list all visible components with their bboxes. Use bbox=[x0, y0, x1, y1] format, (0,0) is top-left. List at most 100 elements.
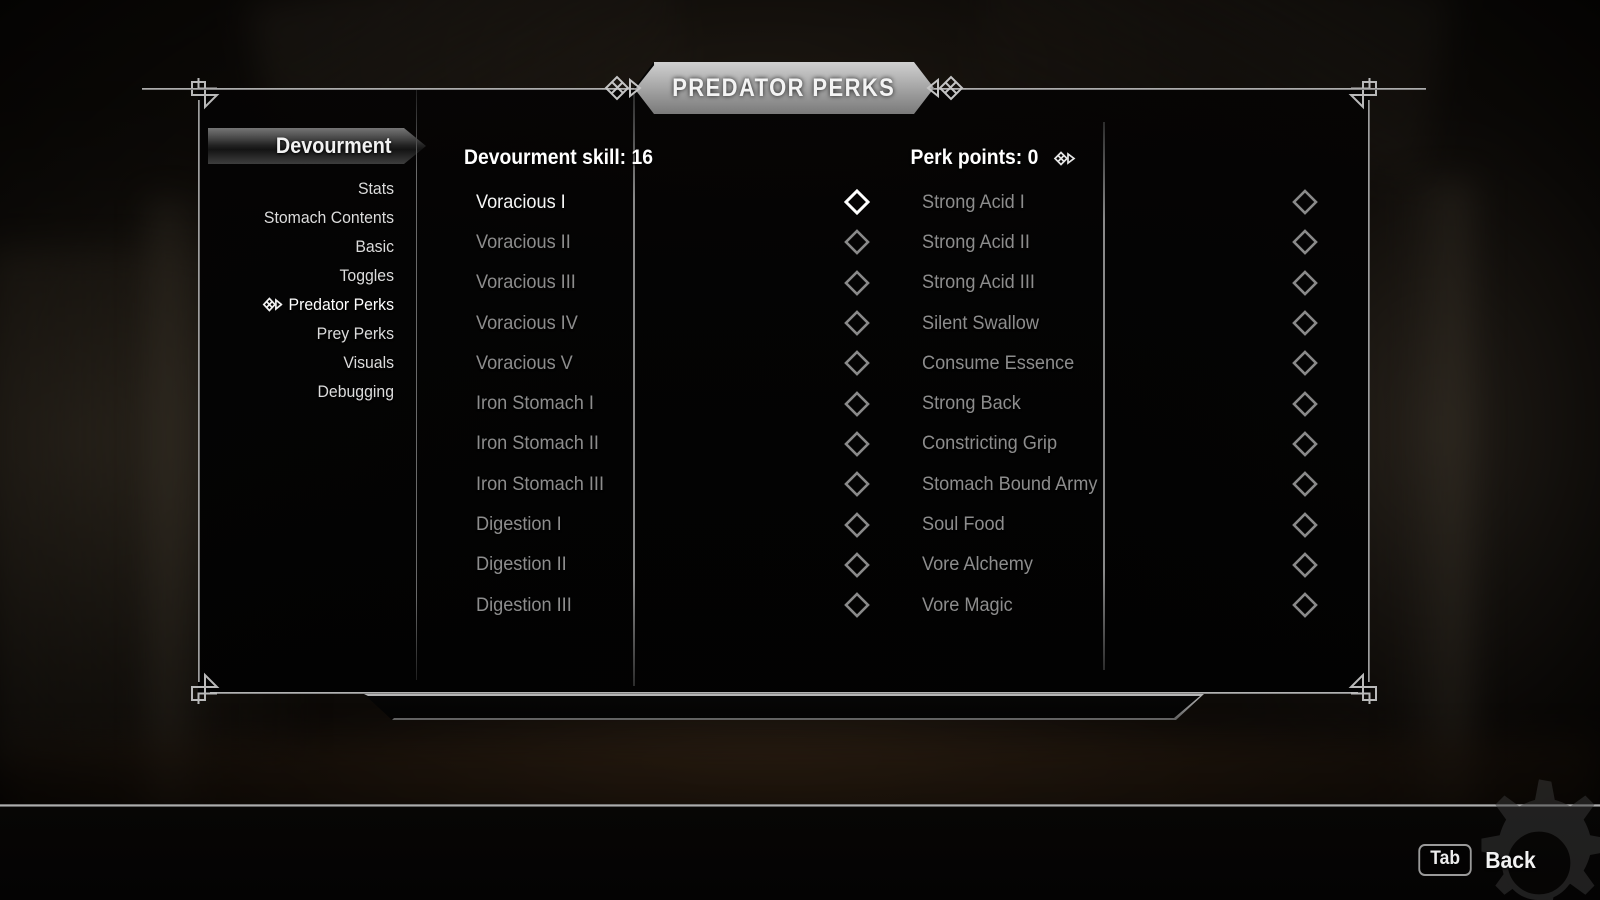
perk-name: Stomach Bound Army bbox=[922, 472, 1098, 495]
diamond-outline-icon[interactable] bbox=[1292, 310, 1318, 336]
sidebar-header[interactable]: Devourment bbox=[208, 128, 426, 164]
perk-name: Strong Acid II bbox=[922, 230, 1030, 253]
perk-name: Voracious IV bbox=[476, 311, 578, 334]
divider-sidebar-inner bbox=[416, 88, 417, 680]
perk-row[interactable]: Vore Alchemy bbox=[922, 545, 1342, 585]
perk-row[interactable]: Iron Stomach II bbox=[476, 424, 896, 464]
sidebar-item-label: Stats bbox=[357, 178, 394, 198]
perk-row[interactable]: Consume Essence bbox=[922, 343, 1342, 383]
diamond-outline-icon[interactable] bbox=[844, 229, 870, 256]
stats-row: Devourment skill: 16 Perk points: 0 bbox=[464, 146, 1094, 170]
diamond-outline-icon[interactable] bbox=[844, 350, 870, 377]
diamond-outline-icon[interactable] bbox=[1292, 431, 1318, 457]
banner-knot-icon-left bbox=[600, 71, 644, 105]
sidebar-item-label: Toggles bbox=[339, 265, 394, 285]
sidebar-item-label: Prey Perks bbox=[316, 323, 394, 343]
diamond-outline-icon[interactable] bbox=[844, 471, 870, 498]
perk-row[interactable]: Stomach Bound Army bbox=[922, 464, 1342, 504]
perk-name: Strong Acid III bbox=[922, 271, 1035, 294]
diamond-outline-icon[interactable] bbox=[1292, 229, 1318, 256]
diamond-outline-icon[interactable] bbox=[1292, 551, 1318, 578]
diamond-outline-icon[interactable] bbox=[844, 310, 870, 336]
perk-name: Voracious II bbox=[476, 230, 571, 253]
perk-name: Strong Back bbox=[922, 392, 1021, 415]
page-title: PREDATOR PERKS bbox=[672, 73, 896, 102]
perk-name: Iron Stomach III bbox=[476, 472, 605, 495]
perk-name: Voracious I bbox=[476, 190, 566, 213]
diamond-outline-icon[interactable] bbox=[844, 551, 870, 578]
perk-name: Strong Acid I bbox=[922, 190, 1025, 213]
perk-name: Soul Food bbox=[922, 513, 1005, 536]
perk-row[interactable]: Vore Magic bbox=[922, 585, 1342, 625]
diamond-outline-icon[interactable] bbox=[1292, 269, 1318, 296]
perk-row[interactable]: Soul Food bbox=[922, 504, 1342, 544]
perk-row[interactable]: Strong Acid II bbox=[922, 222, 1342, 262]
perk-name: Vore Magic bbox=[922, 593, 1013, 616]
perk-row[interactable]: Digestion I bbox=[476, 504, 896, 544]
back-label: Back bbox=[1485, 846, 1536, 873]
diamond-outline-icon[interactable] bbox=[1292, 390, 1318, 417]
perk-row[interactable]: Digestion III bbox=[476, 585, 896, 625]
sidebar: Devourment Stats Stomach Contents Basic Tog… bbox=[198, 88, 426, 694]
diamond-outline-icon[interactable] bbox=[1292, 189, 1318, 215]
perk-name: Digestion II bbox=[476, 553, 567, 576]
devourment-skill-label: Devourment skill: 16 bbox=[464, 146, 653, 169]
nordic-knot-icon bbox=[1052, 149, 1076, 168]
perk-name: Digestion I bbox=[476, 513, 562, 536]
sidebar-item-basic[interactable]: Basic bbox=[212, 232, 394, 261]
perk-row[interactable]: Voracious II bbox=[476, 222, 896, 262]
nordic-knot-icon bbox=[260, 295, 283, 314]
perk-row[interactable]: Voracious III bbox=[476, 263, 896, 303]
title-banner: PREDATOR PERKS bbox=[142, 62, 1426, 114]
sidebar-item-label: Stomach Contents bbox=[263, 207, 394, 227]
diamond-outline-icon[interactable] bbox=[843, 189, 871, 216]
banner-rule-left bbox=[142, 88, 602, 90]
perk-row[interactable]: Strong Back bbox=[922, 383, 1342, 423]
perk-row[interactable]: Digestion II bbox=[476, 545, 896, 585]
back-control[interactable]: Tab Back bbox=[1416, 844, 1538, 876]
perk-row[interactable]: Constricting Grip bbox=[922, 424, 1342, 464]
footer-bar: Tab Back bbox=[0, 779, 1600, 900]
perk-column-left: Voracious I Voracious II Voracious III Vora… bbox=[476, 182, 896, 625]
diamond-outline-icon[interactable] bbox=[844, 269, 870, 296]
content-area: Devourment skill: 16 Perk points: 0 Vora… bbox=[416, 88, 1370, 694]
perk-row[interactable]: Voracious IV bbox=[476, 303, 896, 343]
perk-name: Silent Swallow bbox=[922, 311, 1039, 334]
perk-row[interactable]: Iron Stomach I bbox=[476, 383, 896, 423]
panel-bottom-tab bbox=[364, 694, 1204, 720]
perk-name: Voracious V bbox=[476, 351, 573, 374]
mod-config-menu-panel: PREDATOR PERKS Devourment Stats Stomach C… bbox=[142, 62, 1426, 720]
diamond-outline-icon[interactable] bbox=[1292, 592, 1318, 618]
tab-key-badge[interactable]: Tab bbox=[1417, 844, 1472, 876]
diamond-outline-icon[interactable] bbox=[844, 592, 870, 618]
diamond-outline-icon[interactable] bbox=[1292, 471, 1318, 498]
sidebar-item-debugging[interactable]: Debugging bbox=[212, 377, 394, 406]
perk-row[interactable]: Voracious V bbox=[476, 343, 896, 383]
sidebar-item-toggles[interactable]: Toggles bbox=[212, 261, 394, 290]
sidebar-header-label: Devourment bbox=[275, 133, 392, 158]
perk-row[interactable]: Voracious I bbox=[476, 182, 896, 222]
diamond-outline-icon[interactable] bbox=[1292, 511, 1318, 538]
sidebar-item-prey-perks[interactable]: Prey Perks bbox=[212, 319, 394, 348]
sidebar-item-stomach-contents[interactable]: Stomach Contents bbox=[212, 203, 394, 232]
perk-row[interactable]: Silent Swallow bbox=[922, 303, 1342, 343]
diamond-outline-icon[interactable] bbox=[1292, 350, 1318, 377]
sidebar-item-stats[interactable]: Stats bbox=[212, 174, 394, 203]
perk-name: Constricting Grip bbox=[922, 432, 1058, 455]
sidebar-item-label: Visuals bbox=[343, 352, 394, 372]
perk-row[interactable]: Strong Acid I bbox=[922, 182, 1342, 222]
diamond-outline-icon[interactable] bbox=[844, 511, 870, 538]
perk-points-label: Perk points: 0 bbox=[910, 146, 1039, 169]
diamond-outline-icon[interactable] bbox=[844, 390, 870, 417]
diamond-outline-icon[interactable] bbox=[844, 431, 870, 457]
panel-bottom-tab-fill bbox=[364, 694, 1204, 720]
banner-knot-icon-right bbox=[924, 71, 968, 105]
sidebar-item-predator-perks[interactable]: Predator Perks bbox=[212, 290, 394, 319]
sidebar-item-label: Basic bbox=[355, 236, 394, 256]
perk-name: Vore Alchemy bbox=[922, 553, 1033, 576]
sidebar-item-label: Debugging bbox=[317, 381, 394, 401]
perk-name: Consume Essence bbox=[922, 351, 1075, 374]
perk-row[interactable]: Iron Stomach III bbox=[476, 464, 896, 504]
perk-row[interactable]: Strong Acid III bbox=[922, 263, 1342, 303]
sidebar-item-visuals[interactable]: Visuals bbox=[212, 348, 394, 377]
